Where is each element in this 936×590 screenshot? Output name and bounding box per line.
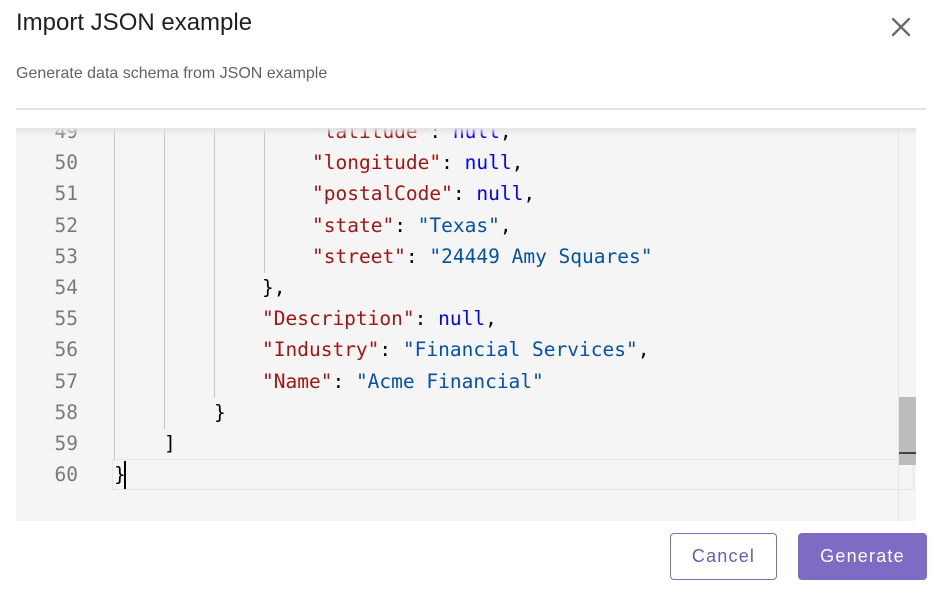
vertical-scrollbar[interactable] xyxy=(898,128,916,521)
code-token: : xyxy=(441,151,465,175)
line-number: 57 xyxy=(54,369,78,393)
line-number: 52 xyxy=(54,213,78,237)
code-token: : xyxy=(452,182,477,206)
close-icon xyxy=(891,17,911,37)
indent-guide xyxy=(264,128,265,273)
line-number-gutter: 495051525354555657585960 xyxy=(16,128,96,521)
code-token: "longitude" xyxy=(312,151,442,175)
code-token: "state" xyxy=(312,213,395,237)
line-number: 56 xyxy=(54,338,78,362)
code-line: }, xyxy=(262,272,285,303)
cancel-button[interactable]: Cancel xyxy=(670,533,777,580)
code-token: , xyxy=(485,307,497,331)
code-token: : xyxy=(332,369,356,393)
code-token: , xyxy=(499,213,512,237)
code-line: "state": "Texas", xyxy=(312,210,512,241)
line-number: 58 xyxy=(54,400,78,424)
text-cursor xyxy=(124,461,126,489)
code-token: : xyxy=(394,213,418,237)
scrollbar-thumb[interactable] xyxy=(899,397,916,465)
code-token: "Acme Financial" xyxy=(355,369,544,393)
indent-guide xyxy=(164,128,165,429)
code-line: "street": "24449 Amy Squares" xyxy=(312,241,652,272)
code-token: "street" xyxy=(312,244,406,268)
json-editor[interactable]: 495051525354555657585960 "latitude": nul… xyxy=(16,128,916,521)
dialog-subtitle: Generate data schema from JSON example xyxy=(16,65,328,82)
code-token: } xyxy=(214,400,226,424)
code-token: "24449 Amy Squares" xyxy=(429,244,653,268)
code-token: null xyxy=(438,307,486,331)
code-line: "longitude": null, xyxy=(312,147,523,178)
current-line-highlight xyxy=(112,459,914,490)
line-number: 51 xyxy=(54,182,78,206)
indent-guide xyxy=(214,128,215,398)
code-token: null xyxy=(476,182,524,206)
scrollbar-cursor-marker xyxy=(899,452,916,454)
code-token: "Financial Services" xyxy=(402,338,638,362)
close-button[interactable] xyxy=(884,10,918,44)
code-token: ] xyxy=(164,432,176,455)
code-token: , xyxy=(511,151,524,175)
code-line: "Industry": "Financial Services", xyxy=(262,334,649,365)
code-token: "postalCode" xyxy=(312,182,453,206)
header-divider xyxy=(16,108,926,110)
line-number: 55 xyxy=(54,307,78,331)
line-number: 53 xyxy=(54,244,78,268)
code-token: , xyxy=(523,182,536,206)
code-line: ] xyxy=(164,428,176,459)
line-number: 60 xyxy=(54,463,78,487)
code-line: "Name": "Acme Financial" xyxy=(262,366,544,397)
code-line: "Description": null, xyxy=(262,303,497,334)
code-line: "postalCode": null, xyxy=(312,178,535,209)
code-token: : xyxy=(414,307,439,331)
code-line: } xyxy=(214,397,226,428)
code-token: null xyxy=(464,151,512,175)
code-token: , xyxy=(637,338,650,362)
code-token: "Name" xyxy=(262,369,333,393)
code-token: }, xyxy=(262,276,286,299)
code-token: : xyxy=(405,244,430,268)
code-token: "Texas" xyxy=(417,213,500,237)
code-token: : xyxy=(379,338,403,362)
indent-guide xyxy=(114,128,115,461)
code-token: "Industry" xyxy=(262,338,380,362)
code-token: "Description" xyxy=(262,307,415,331)
generate-button[interactable]: Generate xyxy=(798,533,927,580)
line-number: 59 xyxy=(54,432,78,455)
line-number: 54 xyxy=(54,276,78,299)
editor-top-shadow xyxy=(16,128,916,136)
line-number: 50 xyxy=(54,151,78,175)
dialog-title: Import JSON example xyxy=(16,9,253,36)
